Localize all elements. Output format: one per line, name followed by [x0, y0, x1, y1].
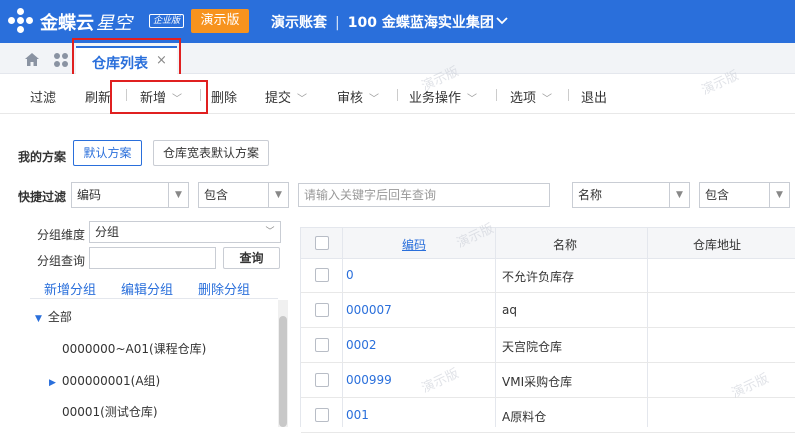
group-dimension-select[interactable]: 分组 ﹀ — [89, 221, 281, 243]
filter-operator-select[interactable]: 包含 ▼ — [198, 182, 289, 208]
demo-button[interactable]: 演示版 — [191, 9, 249, 33]
row-code[interactable]: 0002 — [346, 338, 377, 352]
add-group-link[interactable]: 新增分组 — [44, 279, 96, 298]
divider — [126, 89, 127, 101]
submit-button[interactable]: 提交 ﹀ — [265, 87, 307, 106]
chevron-down-icon: ﹀ — [172, 94, 183, 105]
row-checkbox[interactable] — [315, 373, 329, 387]
logo-icon — [8, 8, 33, 33]
warehouse-wide-scheme-button[interactable]: 仓库宽表默认方案 — [153, 140, 269, 166]
group-dimension-label: 分组维度 — [37, 228, 86, 242]
chevron-down-icon: ▼ — [168, 183, 188, 207]
table-row[interactable]: 0002 天宫院仓库 — [301, 329, 795, 363]
column-header-address[interactable]: 仓库地址 — [693, 236, 741, 253]
row-name: aq — [502, 303, 517, 317]
tree-item[interactable]: 0000000~A01(课程仓库) — [62, 340, 206, 357]
tree-item[interactable]: 00001(测试仓库) — [62, 403, 158, 420]
row-code[interactable]: 000007 — [346, 303, 392, 317]
quick-filter-label: 快捷过滤 — [18, 190, 67, 204]
divider — [397, 89, 398, 101]
filter-operator-select-2[interactable]: 包含 ▼ — [699, 182, 790, 208]
divider — [568, 89, 569, 101]
chevron-down-icon: ﹀ — [265, 227, 275, 237]
top-bar: 金蝶云 星空 企业版 演示版 演示账套 | 100 金蝶蓝海实业集团 — [0, 0, 795, 43]
edition-badge: 企业版 — [149, 14, 185, 28]
row-name: VMI采购仓库 — [502, 375, 573, 389]
chevron-down-icon: ▼ — [769, 183, 789, 207]
table-row[interactable]: 0 不允许负库存 — [301, 259, 795, 293]
table-row[interactable]: 001 A原料仓 — [301, 399, 795, 433]
caret-right-icon: ▶ — [49, 378, 56, 388]
add-button[interactable]: 新增 ﹀ — [140, 87, 182, 106]
chevron-down-icon: ▼ — [669, 183, 689, 207]
chevron-down-icon: ﹀ — [467, 94, 478, 105]
row-checkbox[interactable] — [315, 338, 329, 352]
group-query-input[interactable] — [89, 247, 216, 269]
table-row[interactable]: 000999 VMI采购仓库 — [301, 364, 795, 398]
edit-group-link[interactable]: 编辑分组 — [121, 279, 173, 298]
select-all-checkbox[interactable] — [315, 236, 329, 250]
warehouse-table: 编码 名称 仓库地址 0 不允许负库存 000007 aq 0002 天宫院仓库… — [300, 227, 795, 433]
refresh-button[interactable]: 刷新 — [85, 87, 111, 106]
chevron-down-icon: ▼ — [268, 183, 288, 207]
scheme-label: 我的方案 — [18, 150, 67, 164]
filter-field-select[interactable]: 编码 ▼ — [71, 182, 189, 208]
exit-button[interactable]: 退出 — [581, 87, 607, 106]
account-switcher[interactable]: 演示账套 | 100 金蝶蓝海实业集团 — [271, 12, 494, 32]
delete-button[interactable]: 删除 — [211, 87, 237, 106]
row-checkbox[interactable] — [315, 303, 329, 317]
divider — [496, 89, 497, 101]
group-query-label: 分组查询 — [37, 254, 86, 268]
column-header-name[interactable]: 名称 — [553, 236, 577, 253]
options-button[interactable]: 选项 ﹀ — [510, 87, 552, 106]
tree-item-all[interactable]: ▼ 全部 — [35, 308, 72, 325]
table-header: 编码 名称 仓库地址 — [301, 227, 795, 259]
audit-button[interactable]: 审核 ﹀ — [337, 87, 379, 106]
business-ops-button[interactable]: 业务操作 ﹀ — [409, 87, 477, 106]
chevron-down-icon[interactable] — [495, 13, 509, 27]
delete-group-link[interactable]: 删除分组 — [198, 279, 250, 298]
tab-warehouse-list[interactable]: 仓库列表 × — [76, 46, 177, 74]
row-name: 天宫院仓库 — [502, 340, 563, 354]
apps-grid-icon[interactable] — [53, 52, 69, 68]
caret-down-icon: ▼ — [35, 314, 42, 324]
tree-item[interactable]: ▶ 000000001(A组) — [49, 372, 160, 389]
brand-logo: 金蝶云 星空 — [40, 13, 132, 34]
keyword-search-input[interactable]: 请输入关键字后回车查询 — [298, 183, 550, 207]
divider — [30, 298, 278, 299]
row-code[interactable]: 001 — [346, 408, 369, 422]
chevron-down-icon: ﹀ — [369, 94, 380, 105]
home-icon[interactable] — [24, 52, 40, 67]
group-query-button[interactable]: 查询 — [223, 247, 280, 269]
chevron-down-icon: ﹀ — [297, 94, 308, 105]
row-code[interactable]: 0 — [346, 268, 354, 282]
row-checkbox[interactable] — [315, 268, 329, 282]
row-checkbox[interactable] — [315, 408, 329, 422]
filter-field-select-2[interactable]: 名称 ▼ — [572, 182, 690, 208]
divider — [200, 89, 201, 101]
chevron-down-icon: ﹀ — [542, 94, 553, 105]
filter-button[interactable]: 过滤 — [30, 87, 56, 106]
tab-label: 仓库列表 — [92, 56, 148, 72]
table-row[interactable]: 000007 aq — [301, 294, 795, 328]
row-code[interactable]: 000999 — [346, 373, 392, 387]
default-scheme-button[interactable]: 默认方案 — [73, 140, 142, 166]
column-header-code[interactable]: 编码 — [402, 236, 426, 253]
scrollbar-thumb[interactable] — [279, 316, 287, 427]
row-name: A原料仓 — [502, 410, 547, 424]
close-icon[interactable]: × — [156, 53, 167, 68]
row-name: 不允许负库存 — [502, 270, 575, 284]
